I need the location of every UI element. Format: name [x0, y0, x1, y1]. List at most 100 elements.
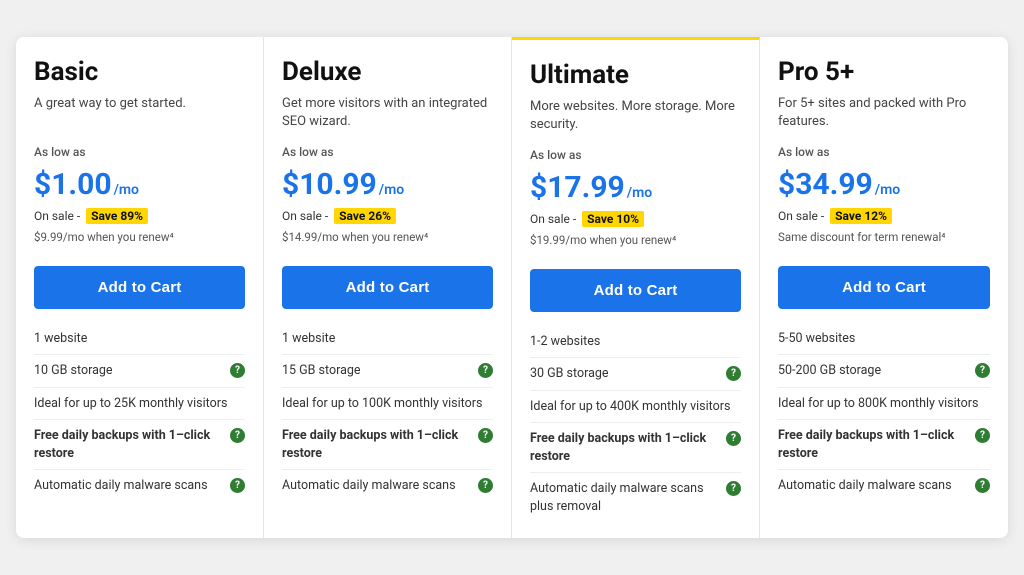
info-icon-ultimate-1[interactable]: ?	[726, 366, 741, 381]
feature-item-basic-0: 1 website	[34, 323, 245, 355]
info-icon-ultimate-4[interactable]: ?	[726, 481, 741, 496]
save-badge-pro5: Save 12%	[830, 208, 892, 224]
plan-card-basic: Basic A great way to get started. As low…	[16, 37, 264, 539]
feature-item-deluxe-4: Automatic daily malware scans ?	[282, 469, 493, 502]
price-amount-ultimate: $17.99	[530, 170, 625, 205]
info-icon-pro5-3[interactable]: ?	[975, 428, 990, 443]
price-mo-pro5: /mo	[875, 182, 900, 198]
feature-text-ultimate-3: Free daily backups with 1–click restore	[530, 430, 722, 465]
sale-text-deluxe: On sale -	[282, 209, 328, 223]
price-row-deluxe: $10.99 /mo	[282, 167, 493, 202]
feature-item-ultimate-3: Free daily backups with 1–click restore …	[530, 422, 741, 472]
sale-text-ultimate: On sale -	[530, 212, 576, 226]
feature-item-deluxe-3: Free daily backups with 1–click restore …	[282, 419, 493, 469]
info-icon-basic-3[interactable]: ?	[230, 428, 245, 443]
plan-title-deluxe: Deluxe	[282, 57, 493, 87]
feature-text-pro5-3: Free daily backups with 1–click restore	[778, 427, 971, 462]
feature-text-pro5-0: 5-50 websites	[778, 330, 990, 348]
price-mo-ultimate: /mo	[627, 185, 652, 201]
feature-text-pro5-2: Ideal for up to 800K monthly visitors	[778, 395, 990, 413]
price-mo-basic: /mo	[114, 182, 139, 198]
renew-text-basic: $9.99/mo when you renew⁴	[34, 230, 245, 244]
add-to-cart-button-ultimate[interactable]: Add to Cart	[530, 269, 741, 312]
plan-title-basic: Basic	[34, 57, 245, 87]
plan-subtitle-basic: A great way to get started.	[34, 95, 245, 131]
feature-text-basic-4: Automatic daily malware scans	[34, 477, 226, 495]
sale-row-ultimate: On sale - Save 10%	[530, 211, 741, 227]
feature-item-pro5-3: Free daily backups with 1–click restore …	[778, 419, 990, 469]
plan-card-pro5: Pro 5+ For 5+ sites and packed with Pro …	[760, 37, 1008, 539]
plan-title-pro5: Pro 5+	[778, 57, 990, 87]
feature-item-deluxe-0: 1 website	[282, 323, 493, 355]
feature-text-basic-2: Ideal for up to 25K monthly visitors	[34, 395, 245, 413]
features-list-basic: 1 website 10 GB storage ? Ideal for up t…	[34, 323, 245, 502]
feature-text-pro5-1: 50-200 GB storage	[778, 362, 971, 380]
feature-text-ultimate-2: Ideal for up to 400K monthly visitors	[530, 398, 741, 416]
renew-text-ultimate: $19.99/mo when you renew⁴	[530, 233, 741, 247]
info-icon-ultimate-3[interactable]: ?	[726, 431, 741, 446]
feature-item-ultimate-2: Ideal for up to 400K monthly visitors	[530, 390, 741, 423]
feature-text-basic-3: Free daily backups with 1–click restore	[34, 427, 226, 462]
as-low-as-deluxe: As low as	[282, 145, 493, 159]
add-to-cart-button-pro5[interactable]: Add to Cart	[778, 266, 990, 309]
info-icon-pro5-1[interactable]: ?	[975, 363, 990, 378]
plan-card-deluxe: Deluxe Get more visitors with an integra…	[264, 37, 512, 539]
sale-row-deluxe: On sale - Save 26%	[282, 208, 493, 224]
price-row-basic: $1.00 /mo	[34, 167, 245, 202]
save-badge-deluxe: Save 26%	[334, 208, 396, 224]
as-low-as-pro5: As low as	[778, 145, 990, 159]
plan-title-ultimate: Ultimate	[530, 60, 741, 90]
price-row-ultimate: $17.99 /mo	[530, 170, 741, 205]
feature-item-deluxe-2: Ideal for up to 100K monthly visitors	[282, 387, 493, 420]
features-list-deluxe: 1 website 15 GB storage ? Ideal for up t…	[282, 323, 493, 502]
info-icon-basic-4[interactable]: ?	[230, 478, 245, 493]
price-row-pro5: $34.99 /mo	[778, 167, 990, 202]
feature-text-ultimate-1: 30 GB storage	[530, 365, 722, 383]
feature-text-basic-0: 1 website	[34, 330, 245, 348]
save-badge-ultimate: Save 10%	[582, 211, 644, 227]
price-amount-basic: $1.00	[34, 167, 112, 202]
info-icon-basic-1[interactable]: ?	[230, 363, 245, 378]
feature-text-basic-1: 10 GB storage	[34, 362, 226, 380]
feature-text-deluxe-1: 15 GB storage	[282, 362, 474, 380]
feature-item-ultimate-4: Automatic daily malware scans plus remov…	[530, 472, 741, 522]
info-icon-pro5-4[interactable]: ?	[975, 478, 990, 493]
sale-row-pro5: On sale - Save 12%	[778, 208, 990, 224]
feature-text-ultimate-0: 1-2 websites	[530, 333, 741, 351]
sale-text-pro5: On sale -	[778, 209, 824, 223]
feature-item-deluxe-1: 15 GB storage ?	[282, 354, 493, 387]
as-low-as-ultimate: As low as	[530, 148, 741, 162]
feature-item-pro5-1: 50-200 GB storage ?	[778, 354, 990, 387]
feature-text-deluxe-3: Free daily backups with 1–click restore	[282, 427, 474, 462]
feature-item-basic-4: Automatic daily malware scans ?	[34, 469, 245, 502]
info-icon-deluxe-3[interactable]: ?	[478, 428, 493, 443]
feature-text-ultimate-4: Automatic daily malware scans plus remov…	[530, 480, 722, 515]
features-list-ultimate: 1-2 websites 30 GB storage ? Ideal for u…	[530, 326, 741, 523]
feature-text-deluxe-0: 1 website	[282, 330, 493, 348]
plan-card-ultimate: Ultimate More websites. More storage. Mo…	[512, 37, 760, 539]
feature-item-basic-1: 10 GB storage ?	[34, 354, 245, 387]
feature-text-deluxe-2: Ideal for up to 100K monthly visitors	[282, 395, 493, 413]
feature-item-basic-3: Free daily backups with 1–click restore …	[34, 419, 245, 469]
as-low-as-basic: As low as	[34, 145, 245, 159]
price-amount-deluxe: $10.99	[282, 167, 377, 202]
feature-item-ultimate-1: 30 GB storage ?	[530, 357, 741, 390]
sale-text-basic: On sale -	[34, 209, 80, 223]
renew-text-deluxe: $14.99/mo when you renew⁴	[282, 230, 493, 244]
info-icon-deluxe-4[interactable]: ?	[478, 478, 493, 493]
save-badge-basic: Save 89%	[86, 208, 148, 224]
sale-row-basic: On sale - Save 89%	[34, 208, 245, 224]
feature-item-ultimate-0: 1-2 websites	[530, 326, 741, 358]
feature-text-pro5-4: Automatic daily malware scans	[778, 477, 971, 495]
add-to-cart-button-deluxe[interactable]: Add to Cart	[282, 266, 493, 309]
price-mo-deluxe: /mo	[379, 182, 404, 198]
plan-subtitle-pro5: For 5+ sites and packed with Pro feature…	[778, 95, 990, 131]
feature-item-pro5-4: Automatic daily malware scans ?	[778, 469, 990, 502]
feature-item-pro5-0: 5-50 websites	[778, 323, 990, 355]
renew-text-pro5: Same discount for term renewal⁴	[778, 230, 990, 244]
feature-text-deluxe-4: Automatic daily malware scans	[282, 477, 474, 495]
features-list-pro5: 5-50 websites 50-200 GB storage ? Ideal …	[778, 323, 990, 502]
feature-item-basic-2: Ideal for up to 25K monthly visitors	[34, 387, 245, 420]
add-to-cart-button-basic[interactable]: Add to Cart	[34, 266, 245, 309]
info-icon-deluxe-1[interactable]: ?	[478, 363, 493, 378]
